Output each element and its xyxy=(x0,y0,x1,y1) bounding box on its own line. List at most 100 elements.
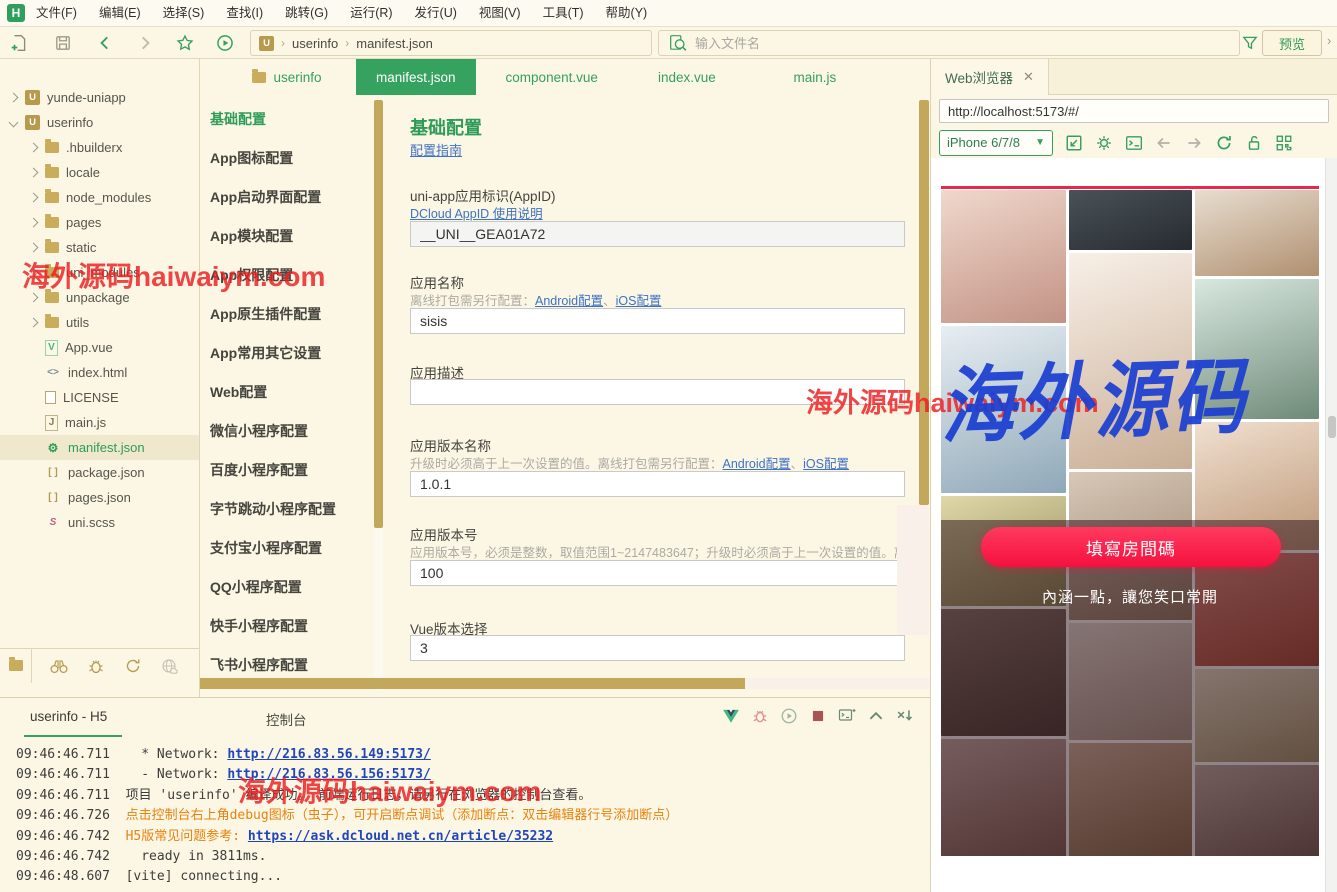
chevron-right-icon[interactable] xyxy=(29,218,39,228)
hint-link[interactable]: iOS配置 xyxy=(803,457,849,471)
editor-tab-main-js[interactable]: main.js xyxy=(756,59,874,95)
files-tab[interactable] xyxy=(0,649,32,683)
forward-arrow-icon[interactable] xyxy=(1185,134,1203,152)
field-input-5[interactable] xyxy=(410,635,905,661)
run-play-icon[interactable] xyxy=(780,707,798,725)
nav-item-5[interactable]: App原生插件配置 xyxy=(210,295,370,334)
nav-item-0[interactable]: 基础配置 xyxy=(210,100,370,139)
tree-item-pages-json[interactable]: [ ]pages.json xyxy=(0,485,199,510)
globe-cloud-icon[interactable] xyxy=(160,657,180,675)
nav-item-9[interactable]: 百度小程序配置 xyxy=(210,451,370,490)
new-file-icon[interactable] xyxy=(10,34,28,52)
tree-item-package-json[interactable]: [ ]package.json xyxy=(0,460,199,485)
device-select[interactable]: iPhone 6/7/8 ▼ xyxy=(939,130,1053,156)
browser-tab[interactable]: Web浏览器 ✕ xyxy=(931,58,1049,95)
url-input[interactable] xyxy=(939,99,1329,123)
nav-item-7[interactable]: Web配置 xyxy=(210,373,370,412)
star-icon[interactable] xyxy=(176,34,194,52)
tree-item-static[interactable]: static xyxy=(0,235,199,260)
menu-item[interactable]: 编辑(E) xyxy=(88,0,152,26)
field-input-2[interactable] xyxy=(410,379,905,405)
field-input-0[interactable] xyxy=(410,221,905,247)
nav-item-1[interactable]: App图标配置 xyxy=(210,139,370,178)
tree-item-locale[interactable]: locale xyxy=(0,160,199,185)
chevron-right-icon[interactable] xyxy=(29,243,39,253)
menu-item[interactable]: 帮助(Y) xyxy=(595,0,659,26)
debug-bug-icon[interactable] xyxy=(751,707,769,725)
toolbar-expander-icon[interactable]: › xyxy=(1327,33,1331,48)
nav-item-13[interactable]: 快手小程序配置 xyxy=(210,607,370,646)
filter-icon[interactable] xyxy=(1241,34,1259,52)
nav-item-12[interactable]: QQ小程序配置 xyxy=(210,568,370,607)
nav-item-2[interactable]: App启动界面配置 xyxy=(210,178,370,217)
field-input-4[interactable] xyxy=(410,560,905,586)
editor-tab-userinfo[interactable]: userinfo xyxy=(228,59,346,95)
fullscreen-icon[interactable] xyxy=(1065,134,1083,152)
forward-icon[interactable] xyxy=(136,34,154,52)
chevron-right-icon[interactable] xyxy=(29,193,39,203)
panel-scrollbar-thumb[interactable] xyxy=(1328,416,1336,438)
nav-item-8[interactable]: 微信小程序配置 xyxy=(210,412,370,451)
sync-icon[interactable] xyxy=(123,657,143,675)
back-arrow-icon[interactable] xyxy=(1155,134,1173,152)
tree-item-yunde-uniapp[interactable]: Uyunde-uniapp xyxy=(0,85,199,110)
qrcode-icon[interactable] xyxy=(1275,134,1293,152)
log-link[interactable]: http://216.83.56.149:5173/ xyxy=(227,747,431,762)
refresh-icon[interactable] xyxy=(1215,134,1233,152)
stop-icon[interactable] xyxy=(809,707,827,725)
editor-hscrollbar-thumb[interactable] xyxy=(200,678,745,689)
menu-item[interactable]: 工具(T) xyxy=(532,0,595,26)
menu-item[interactable]: 选择(S) xyxy=(152,0,216,26)
editor-tab-component-vue[interactable]: component.vue xyxy=(486,59,618,95)
terminal-icon[interactable] xyxy=(1125,134,1143,152)
tree-item--hbuilderx[interactable]: .hbuilderx xyxy=(0,135,199,160)
tree-item-app-vue[interactable]: VApp.vue xyxy=(0,335,199,360)
breadcrumb-item-file[interactable]: manifest.json xyxy=(356,36,433,51)
chevron-right-icon[interactable] xyxy=(29,318,39,328)
chevron-right-icon[interactable] xyxy=(9,93,19,103)
binoculars-icon[interactable] xyxy=(49,657,69,675)
menu-item[interactable]: 查找(I) xyxy=(215,0,274,26)
preview-button[interactable]: 预览 xyxy=(1262,30,1322,56)
breadcrumb-item-project[interactable]: userinfo xyxy=(292,36,338,51)
tree-item-uni-modules[interactable]: uni_modules xyxy=(0,260,199,285)
nav-item-10[interactable]: 字节跳动小程序配置 xyxy=(210,490,370,529)
tree-item-license[interactable]: LICENSE xyxy=(0,385,199,410)
run-icon[interactable] xyxy=(216,34,234,52)
tree-item-manifest-json[interactable]: ⚙manifest.json xyxy=(0,435,199,460)
field-input-3[interactable] xyxy=(410,471,905,497)
editor-tab-manifest-json[interactable]: manifest.json xyxy=(356,59,476,95)
nav-item-4[interactable]: App权限配置 xyxy=(210,256,370,295)
tree-item-unpackage[interactable]: unpackage xyxy=(0,285,199,310)
tree-item-userinfo[interactable]: Uuserinfo xyxy=(0,110,199,135)
menu-item[interactable]: 发行(U) xyxy=(404,0,468,26)
save-icon[interactable] xyxy=(54,34,72,52)
back-icon[interactable] xyxy=(96,34,114,52)
hint-link[interactable]: DCloud AppID 使用说明 xyxy=(410,207,543,221)
devtools-gear-icon[interactable] xyxy=(1095,134,1113,152)
hint-link[interactable]: iOS配置 xyxy=(616,294,662,308)
panel-scrollbar[interactable] xyxy=(1325,158,1337,892)
hint-link[interactable]: Android配置 xyxy=(535,294,603,308)
lock-icon[interactable] xyxy=(1245,134,1263,152)
log-link[interactable]: https://ask.dcloud.net.cn/article/35232 xyxy=(248,829,553,844)
menu-item[interactable]: 运行(R) xyxy=(339,0,403,26)
clear-console-icon[interactable] xyxy=(896,707,914,725)
file-search-box[interactable] xyxy=(658,30,1240,56)
field-input-1[interactable] xyxy=(410,308,905,334)
nav-item-6[interactable]: App常用其它设置 xyxy=(210,334,370,373)
tree-item-uni-scss[interactable]: Suni.scss xyxy=(0,510,199,535)
chevron-right-icon[interactable] xyxy=(29,143,39,153)
tree-item-node-modules[interactable]: node_modules xyxy=(0,185,199,210)
nav-scrollbar-thumb[interactable] xyxy=(374,100,383,528)
console-tab-run[interactable]: userinfo - H5 xyxy=(30,709,107,724)
editor-tab-index-vue[interactable]: index.vue xyxy=(628,59,746,95)
enter-room-button[interactable]: 填寫房間碼 xyxy=(981,527,1281,567)
console-tab-console[interactable]: 控制台 xyxy=(266,709,307,729)
config-guide-anchor[interactable]: 配置指南 xyxy=(410,143,462,158)
chevron-right-icon[interactable] xyxy=(29,293,39,303)
tree-item-utils[interactable]: utils xyxy=(0,310,199,335)
tree-item-index-html[interactable]: <>index.html xyxy=(0,360,199,385)
debug-icon[interactable] xyxy=(86,657,106,675)
tree-item-main-js[interactable]: Jmain.js xyxy=(0,410,199,435)
